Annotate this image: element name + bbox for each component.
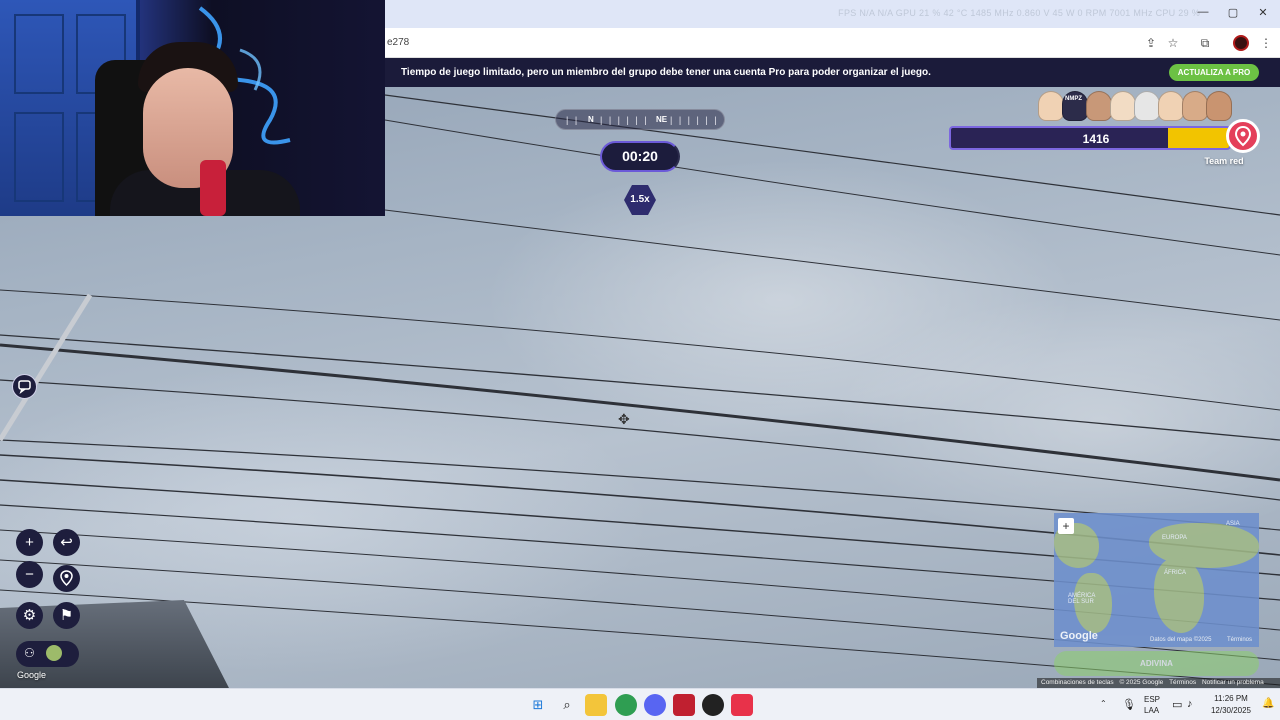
notifications-icon[interactable]: 🔔 <box>1262 698 1274 709</box>
map-footer: Combinaciones de teclas © 2025 Google Té… <box>1037 678 1280 688</box>
discord-icon[interactable] <box>644 694 666 716</box>
guess-minimap[interactable]: ASIA EUROPA ÁFRICA AMÉRICA DEL SUR <box>1054 513 1259 647</box>
compass-ticks: | | | | | | <box>670 115 719 125</box>
avatar-tag: NMPZ <box>1065 96 1082 102</box>
zoom-in-button[interactable]: + <box>16 529 43 556</box>
voicemod-icon[interactable] <box>673 694 695 716</box>
settings-button[interactable]: ⚙ <box>16 602 43 629</box>
avatar <box>1086 91 1112 121</box>
avatar <box>1182 91 1208 121</box>
clock-time[interactable]: 11:26 PM <box>1210 694 1252 703</box>
avatar <box>1158 91 1184 121</box>
hardware-stats-overlay: FPS N/A N/A GPU 21 % 42 °C 1485 MHz 0.86… <box>838 8 1200 18</box>
undo-move-button[interactable]: ↩ <box>53 529 80 556</box>
address-bar: e278 ⇪ ☆ ⧉ ⋮ <box>385 28 1280 58</box>
map-label: EUROPA <box>1162 535 1187 541</box>
avatar: NMPZ <box>1062 91 1088 121</box>
copyright-text: © 2025 Google <box>1119 679 1164 686</box>
move-cursor-icon: ✥ <box>618 411 630 427</box>
profile-avatar[interactable] <box>1233 35 1249 51</box>
map-label: AMÉRICA DEL SUR <box>1068 593 1096 605</box>
tab-search-icon[interactable]: ⧉ <box>1197 35 1213 51</box>
people-icon[interactable]: ⚇ <box>24 646 35 660</box>
maximize-button[interactable]: ▢ <box>1225 6 1241 19</box>
round-timer: 00:20 <box>600 141 680 172</box>
start-menu-icon[interactable]: ⊞ <box>527 694 549 716</box>
team-name: Team red <box>1204 156 1244 166</box>
return-to-start-icon[interactable] <box>53 565 80 592</box>
file-explorer-icon[interactable] <box>585 694 607 716</box>
report-flag-button[interactable]: ⚑ <box>53 602 80 629</box>
microphone-icon[interactable]: 🎙 <box>1122 698 1136 711</box>
map-google-logo: Google <box>1060 630 1098 642</box>
party-controls[interactable]: ⚇ <box>16 641 79 667</box>
webcam-overlay <box>0 0 385 216</box>
keyboard-shortcuts-link[interactable]: Combinaciones de teclas <box>1041 679 1114 686</box>
avatar <box>1038 91 1064 121</box>
report-problem-link[interactable]: Notificar un problema <box>1202 679 1264 686</box>
windows-taskbar: ⊞ ⌕ ⌃ 🎙 ESP LAA ▭ ♪ 11:26 PM 12/30/2025 … <box>0 688 1280 720</box>
bookmark-star-icon[interactable]: ☆ <box>1165 35 1181 51</box>
install-app-icon[interactable]: ⇪ <box>1143 35 1159 51</box>
browser-titlebar: FPS N/A N/A GPU 21 % 42 °C 1485 MHz 0.86… <box>385 0 1280 28</box>
compass-ticks: | | <box>566 115 580 125</box>
team-score-bar: 1416 <box>949 126 1231 150</box>
minimize-button[interactable]: — <box>1195 6 1211 18</box>
volume-icon[interactable]: ♪ <box>1187 698 1193 710</box>
search-icon[interactable]: ⌕ <box>556 694 578 716</box>
chrome-icon[interactable] <box>615 694 637 716</box>
map-data-attribution: Datos del mapa ©2025 <box>1150 637 1212 643</box>
tiktok-icon[interactable] <box>731 694 753 716</box>
upgrade-pro-button[interactable]: ACTUALIZA A PRO <box>1169 64 1259 81</box>
user-avatar[interactable] <box>46 645 62 661</box>
guess-button[interactable]: ADIVINA <box>1054 651 1259 676</box>
location-pin-icon <box>1226 119 1260 153</box>
map-label: ASIA <box>1226 521 1240 527</box>
terms-link[interactable]: Términos <box>1169 679 1196 686</box>
keyboard-language[interactable]: ESP <box>1144 695 1160 704</box>
google-logo: Google <box>17 670 47 680</box>
compass: | | N | | | | | | NE | | | | | | <box>555 109 725 130</box>
avatar <box>1134 91 1160 121</box>
zoom-out-button[interactable]: − <box>16 561 43 588</box>
chat-icon[interactable] <box>12 374 37 399</box>
keyboard-layout[interactable]: LAA <box>1144 706 1159 715</box>
map-zoom-in-button[interactable]: + <box>1058 518 1074 534</box>
close-window-button[interactable]: ✕ <box>1255 6 1271 19</box>
tray-expand-icon[interactable]: ⌃ <box>1100 699 1107 708</box>
browser-menu-icon[interactable]: ⋮ <box>1258 35 1274 51</box>
network-icon[interactable]: ▭ <box>1172 698 1182 711</box>
map-terms-link[interactable]: Términos <box>1227 637 1252 643</box>
banner-text: Tiempo de juego limitado, pero un miembr… <box>401 67 931 78</box>
microphone <box>200 160 226 216</box>
compass-north: N <box>588 115 594 124</box>
compass-ticks: | | | | | | <box>600 115 649 125</box>
compass-northeast: NE <box>656 115 668 124</box>
avatar <box>1206 91 1232 121</box>
map-label: ÁFRICA <box>1164 570 1187 576</box>
clock-date[interactable]: 12/30/2025 <box>1208 706 1254 715</box>
pro-upsell-banner: Tiempo de juego limitado, pero un miembr… <box>385 58 1280 87</box>
url-text[interactable]: e278 <box>387 37 409 48</box>
obs-icon[interactable] <box>702 694 724 716</box>
avatar <box>1110 91 1136 121</box>
team-score: 1416 <box>1082 132 1110 146</box>
